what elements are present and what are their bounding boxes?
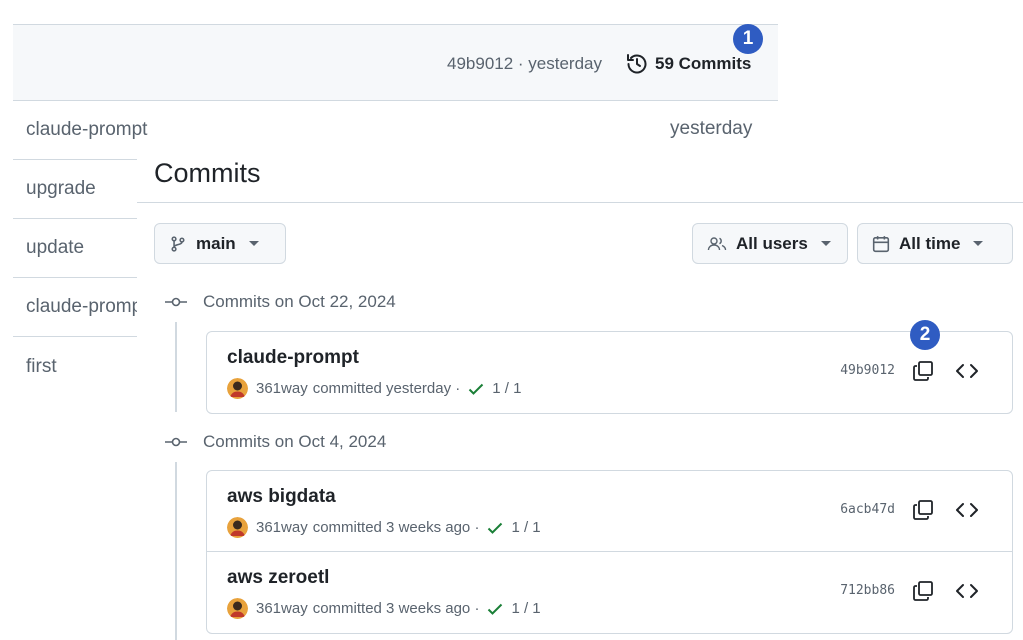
commit-time: committed yesterday · <box>312 380 461 397</box>
users-filter-label: All users <box>736 233 808 253</box>
file-row[interactable]: upgrade <box>13 160 137 219</box>
commit-group-heading: Commits on Oct 4, 2024 <box>165 432 386 452</box>
code-icon[interactable] <box>955 498 979 522</box>
check-icon[interactable] <box>468 382 484 396</box>
commit-meta: 361way committed yesterday · 1 / 1 <box>227 378 521 399</box>
check-icon[interactable] <box>487 602 503 616</box>
commit-time: committed 3 weeks ago · <box>312 519 480 536</box>
avatar[interactable] <box>227 598 248 619</box>
copy-icon[interactable] <box>911 359 935 383</box>
commits-history-link[interactable]: 59 Commits <box>625 51 751 77</box>
commit-row: aws bigdata 361way committed 3 weeks ago… <box>207 471 1012 552</box>
copy-icon[interactable] <box>911 498 935 522</box>
file-name: update <box>26 237 85 258</box>
time-filter[interactable]: All time <box>857 223 1013 264</box>
avatar[interactable] <box>227 517 248 538</box>
users-filter[interactable]: All users <box>692 223 848 264</box>
git-commit-icon <box>165 297 187 307</box>
copy-icon[interactable] <box>911 579 935 603</box>
commit-row: aws zeroetl 361way committed 3 weeks ago… <box>207 552 1012 633</box>
commit-title[interactable]: claude-prompt <box>227 347 359 369</box>
timeline-line <box>175 322 177 412</box>
annotation-badge-1: 1 <box>733 24 763 54</box>
commits-panel: Commits main All users All time Commits … <box>137 150 1023 640</box>
commit-sha[interactable]: 712bb86 <box>840 583 895 598</box>
people-icon <box>707 236 727 250</box>
commit-sha[interactable]: 6acb47d <box>840 502 895 517</box>
time-filter-label: All time <box>899 233 961 253</box>
timeline-line <box>175 462 177 640</box>
file-name: claude-prompt <box>26 296 137 317</box>
commit-author[interactable]: 361way <box>256 519 308 536</box>
commit-meta: 361way committed 3 weeks ago · 1 / 1 <box>227 598 541 619</box>
checks-status[interactable]: 1 / 1 <box>511 600 540 617</box>
commit-title[interactable]: aws zeroetl <box>227 567 329 589</box>
file-commit-time: yesterday <box>670 118 753 139</box>
commit-author[interactable]: 361way <box>256 600 308 617</box>
file-row[interactable]: claude-prompt <box>13 101 147 160</box>
file-list: claude-prompt upgrade update claude-prom… <box>13 101 147 396</box>
chevron-down-icon <box>973 241 984 246</box>
chevron-down-icon <box>248 241 259 246</box>
branch-name: main <box>196 233 236 253</box>
annotation-badge-2: 2 <box>910 320 940 350</box>
history-icon <box>627 54 647 74</box>
commit-title[interactable]: aws bigdata <box>227 486 336 508</box>
branch-selector[interactable]: main <box>154 223 286 264</box>
checks-status[interactable]: 1 / 1 <box>492 380 521 397</box>
commit-group-date: Commits on Oct 4, 2024 <box>203 432 387 451</box>
commits-count-label: 59 Commits <box>655 54 752 73</box>
chevron-down-icon <box>820 241 831 246</box>
file-name: upgrade <box>26 178 96 199</box>
avatar[interactable] <box>227 378 248 399</box>
latest-commit-bar: 49b9012 · yesterday 59 Commits <box>13 24 778 101</box>
latest-commit-info[interactable]: 49b9012 · yesterday <box>447 54 602 74</box>
commit-group-date: Commits on Oct 22, 2024 <box>203 292 396 311</box>
file-row[interactable]: claude-prompt <box>13 278 137 337</box>
commit-sha[interactable]: 49b9012 <box>840 363 895 378</box>
checks-status[interactable]: 1 / 1 <box>511 519 540 536</box>
file-row[interactable]: first <box>13 337 137 396</box>
divider <box>137 202 1023 203</box>
commit-row: claude-prompt 361way committed yesterday… <box>207 332 1012 413</box>
commit-author[interactable]: 361way <box>256 380 308 397</box>
file-name: first <box>26 355 57 377</box>
code-icon[interactable] <box>955 359 979 383</box>
commit-list: claude-prompt 361way committed yesterday… <box>206 331 1013 414</box>
git-branch-icon <box>171 235 185 252</box>
file-name: claude-prompt <box>26 119 148 140</box>
commit-group-heading: Commits on Oct 22, 2024 <box>165 292 396 312</box>
commit-time: committed 3 weeks ago · <box>312 600 480 617</box>
git-commit-icon <box>165 437 187 447</box>
commit-list: aws bigdata 361way committed 3 weeks ago… <box>206 470 1013 634</box>
page-title: Commits <box>154 158 261 188</box>
check-icon[interactable] <box>487 521 503 535</box>
code-icon[interactable] <box>955 579 979 603</box>
commit-meta: 361way committed 3 weeks ago · 1 / 1 <box>227 517 541 538</box>
file-row[interactable]: update <box>13 219 137 278</box>
calendar-icon <box>872 235 890 252</box>
